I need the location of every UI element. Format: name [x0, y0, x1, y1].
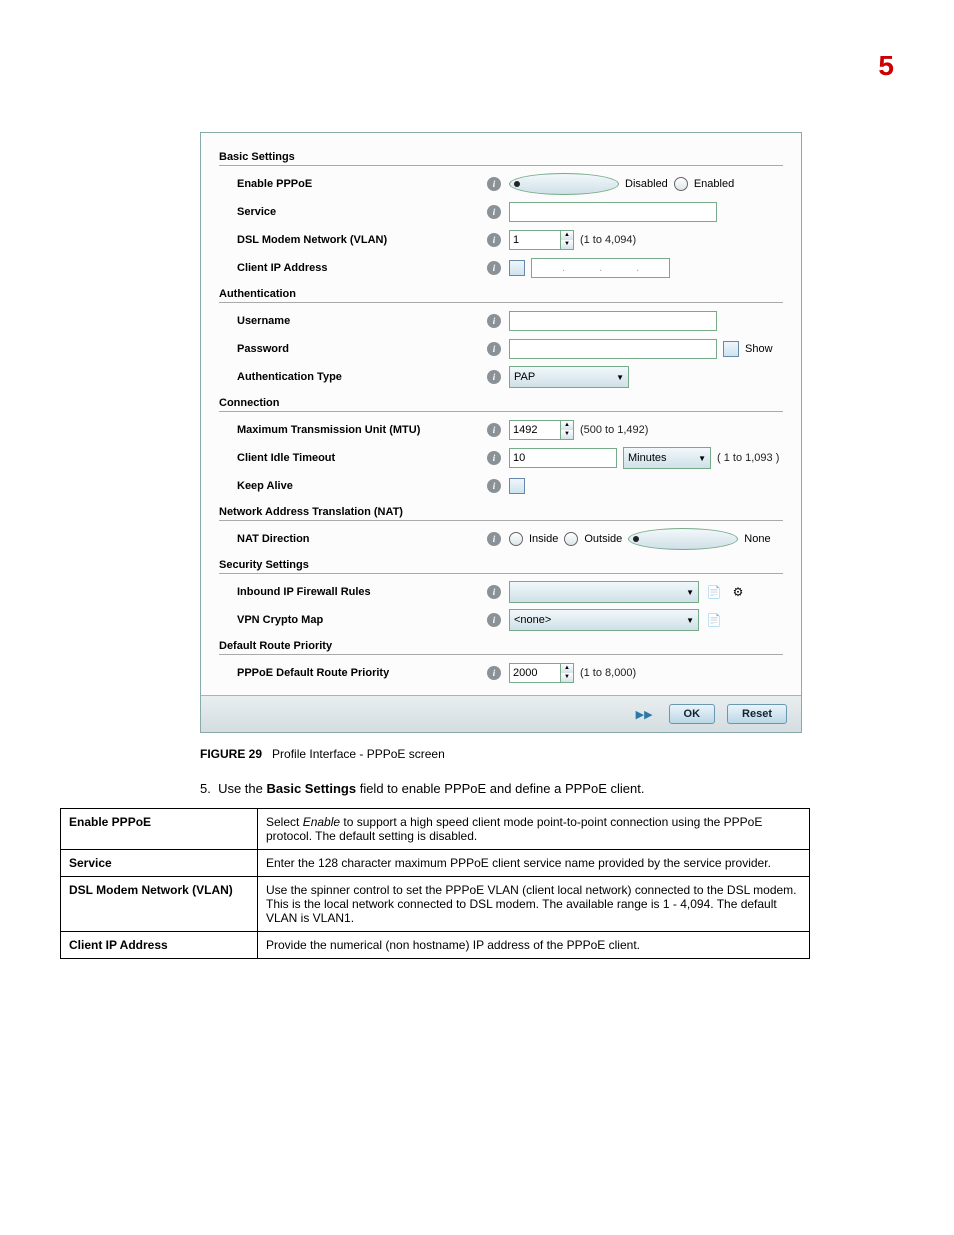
service-input[interactable] [509, 202, 717, 222]
spin-down-icon[interactable]: ▼ [561, 673, 573, 682]
figure-caption: FIGURE 29 Profile Interface - PPPoE scre… [200, 747, 894, 761]
info-icon[interactable]: i [487, 666, 501, 680]
radio-disabled-label: Disabled [625, 178, 668, 190]
password-input[interactable] [509, 339, 717, 359]
idle-hint: ( 1 to 1,093 ) [717, 452, 779, 464]
fast-forward-icon: ▶▶ [636, 708, 653, 721]
add-icon[interactable]: 📄 [705, 611, 723, 629]
label-nat-dir: NAT Direction [219, 533, 487, 545]
vlan-spinner[interactable]: ▲▼ [509, 230, 574, 250]
reset-button[interactable]: Reset [727, 704, 787, 724]
ok-button[interactable]: OK [669, 704, 716, 724]
info-icon[interactable]: i [487, 233, 501, 247]
info-icon[interactable]: i [487, 532, 501, 546]
radio-enabled-label: Enabled [694, 178, 734, 190]
spin-down-icon[interactable]: ▼ [561, 240, 573, 249]
add-icon[interactable]: 📄 [705, 583, 723, 601]
label-vpn: VPN Crypto Map [219, 614, 487, 626]
radio-inside[interactable] [509, 532, 523, 546]
label-client-ip: Client IP Address [219, 262, 487, 274]
radio-none-label: None [744, 533, 770, 545]
info-icon[interactable]: i [487, 479, 501, 493]
table-row: ServiceEnter the 128 character maximum P… [61, 850, 810, 877]
label-auth-type: Authentication Type [219, 371, 487, 383]
button-bar: ▶▶ OK Reset [201, 695, 801, 732]
chevron-down-icon: ▼ [616, 373, 624, 382]
radio-enabled[interactable] [674, 177, 688, 191]
label-route-pri: PPPoE Default Route Priority [219, 667, 487, 679]
ip-input[interactable]: ... [531, 258, 670, 278]
keepalive-checkbox[interactable] [509, 478, 525, 494]
label-dsl-vlan: DSL Modem Network (VLAN) [219, 234, 487, 246]
firewall-select[interactable]: ▼ [509, 581, 699, 603]
spin-down-icon[interactable]: ▼ [561, 430, 573, 439]
label-keepalive: Keep Alive [219, 480, 487, 492]
idle-value[interactable] [509, 448, 617, 468]
username-input[interactable] [509, 311, 717, 331]
gear-icon[interactable]: ⚙ [729, 583, 747, 601]
info-icon[interactable]: i [487, 177, 501, 191]
radio-none[interactable] [628, 528, 738, 550]
vlan-value[interactable] [509, 230, 561, 250]
radio-disabled[interactable] [509, 173, 619, 195]
info-icon[interactable]: i [487, 585, 501, 599]
chevron-down-icon: ▼ [698, 454, 706, 463]
vlan-hint: (1 to 4,094) [580, 234, 636, 246]
label-password: Password [219, 343, 487, 355]
label-service: Service [219, 206, 487, 218]
label-mtu: Maximum Transmission Unit (MTU) [219, 424, 487, 436]
group-route: Default Route Priority [219, 640, 783, 652]
label-username: Username [219, 315, 487, 327]
route-spinner[interactable]: ▲▼ [509, 663, 574, 683]
step-5: 5. Use the Basic Settings field to enabl… [200, 781, 894, 796]
show-label: Show [745, 343, 773, 355]
group-nat: Network Address Translation (NAT) [219, 506, 783, 518]
chevron-down-icon: ▼ [686, 616, 694, 625]
auth-type-select[interactable]: PAP▼ [509, 366, 629, 388]
label-firewall: Inbound IP Firewall Rules [219, 586, 487, 598]
client-ip-checkbox[interactable] [509, 260, 525, 276]
vpn-select[interactable]: <none>▼ [509, 609, 699, 631]
info-icon[interactable]: i [487, 261, 501, 275]
table-row: Enable PPPoESelect Enable to support a h… [61, 809, 810, 850]
group-basic: Basic Settings [219, 151, 783, 163]
info-icon[interactable]: i [487, 205, 501, 219]
info-icon[interactable]: i [487, 451, 501, 465]
group-conn: Connection [219, 397, 783, 409]
chevron-down-icon: ▼ [686, 588, 694, 597]
radio-inside-label: Inside [529, 533, 558, 545]
info-icon[interactable]: i [487, 314, 501, 328]
label-enable-pppoe: Enable PPPoE [219, 178, 487, 190]
spin-up-icon[interactable]: ▲ [561, 231, 573, 240]
mtu-hint: (500 to 1,492) [580, 424, 649, 436]
group-sec: Security Settings [219, 559, 783, 571]
group-auth: Authentication [219, 288, 783, 300]
route-value[interactable] [509, 663, 561, 683]
settings-table: Enable PPPoESelect Enable to support a h… [60, 808, 810, 959]
label-idle: Client Idle Timeout [219, 452, 487, 464]
spin-up-icon[interactable]: ▲ [561, 664, 573, 673]
settings-panel: Basic Settings Enable PPPoE i Disabled E… [200, 132, 802, 733]
info-icon[interactable]: i [487, 370, 501, 384]
spin-up-icon[interactable]: ▲ [561, 421, 573, 430]
show-password-checkbox[interactable] [723, 341, 739, 357]
radio-outside[interactable] [564, 532, 578, 546]
chapter-number: 5 [60, 50, 894, 82]
info-icon[interactable]: i [487, 342, 501, 356]
table-row: DSL Modem Network (VLAN)Use the spinner … [61, 877, 810, 932]
idle-unit-select[interactable]: Minutes▼ [623, 447, 711, 469]
mtu-value[interactable] [509, 420, 561, 440]
table-row: Client IP AddressProvide the numerical (… [61, 932, 810, 959]
info-icon[interactable]: i [487, 613, 501, 627]
mtu-spinner[interactable]: ▲▼ [509, 420, 574, 440]
route-hint: (1 to 8,000) [580, 667, 636, 679]
info-icon[interactable]: i [487, 423, 501, 437]
radio-outside-label: Outside [584, 533, 622, 545]
